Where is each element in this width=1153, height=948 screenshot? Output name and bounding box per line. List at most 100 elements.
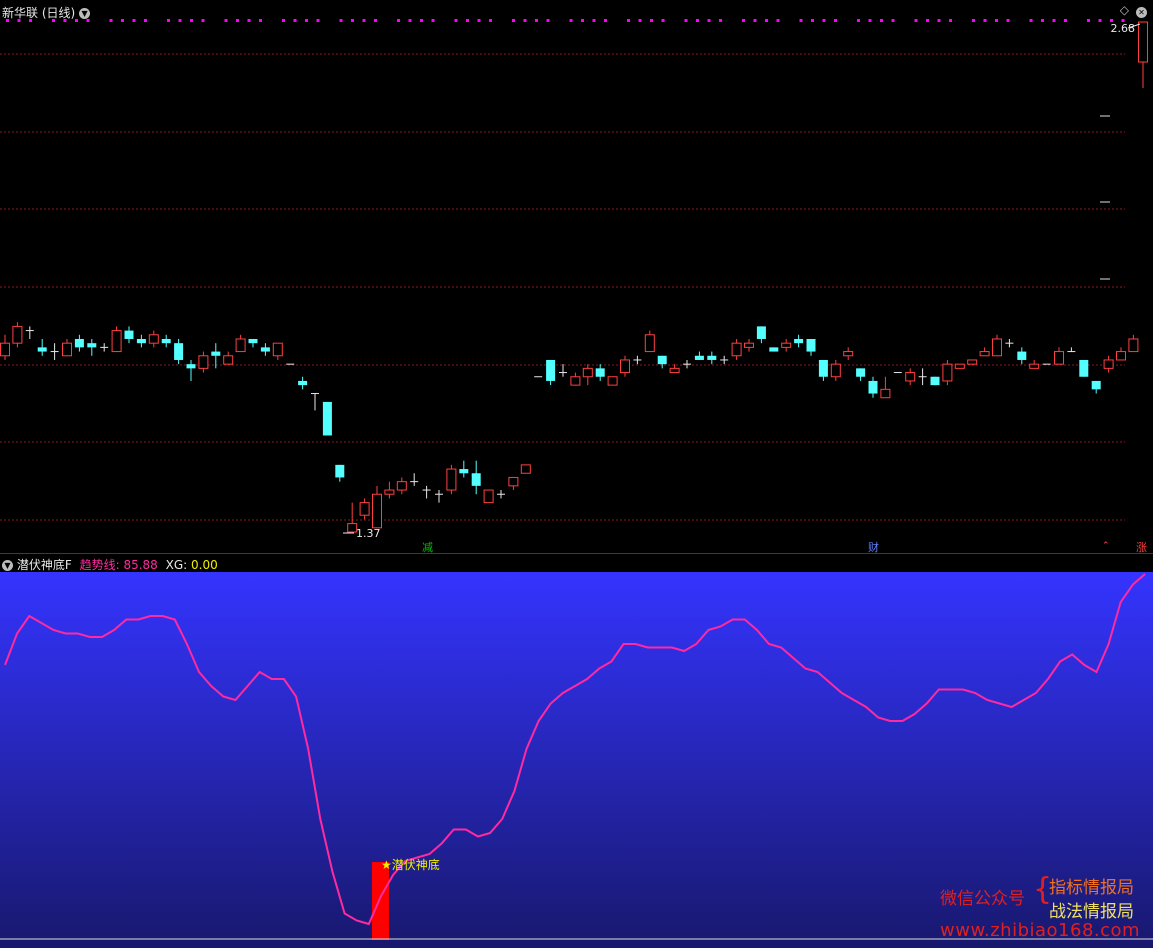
- signal-dot: [1041, 19, 1044, 22]
- candle-body-down: [694, 355, 704, 360]
- watermark-wechat: 微信公众号: [940, 889, 1025, 909]
- candle-body-up: [0, 342, 10, 357]
- candle-body-up: [992, 338, 1002, 357]
- signal-dot: [52, 19, 55, 22]
- signal-dot: [29, 19, 32, 22]
- candle-body-up: [62, 342, 72, 357]
- candle-body-down: [856, 368, 866, 377]
- signal-dot: [512, 19, 515, 22]
- watermark-line1: 指标情报局: [1049, 878, 1134, 898]
- candle-body-down: [769, 347, 779, 352]
- candle-body-up: [483, 489, 494, 504]
- trend-label: 趋势线:: [79, 558, 120, 572]
- signal-dot: [742, 19, 745, 22]
- candle-body-up: [644, 334, 655, 353]
- candle-body-up: [272, 342, 283, 357]
- signal-dot: [167, 19, 170, 22]
- candle-body-up: [979, 351, 990, 357]
- signal-bar: [371, 862, 389, 940]
- signal-dot: [247, 19, 251, 22]
- candle-body-up: [744, 342, 754, 348]
- signal-dot: [224, 19, 228, 22]
- candle-body-up: [235, 338, 246, 353]
- signal-dot: [684, 19, 688, 22]
- trend-value: 85.88: [123, 558, 158, 572]
- signal-dot: [374, 19, 377, 22]
- signal-dot: [86, 19, 90, 22]
- signal-dot: [408, 19, 412, 22]
- signal-dot: [592, 19, 596, 22]
- candle-body-down: [930, 376, 940, 386]
- candle-body-up: [781, 342, 792, 348]
- signal-dot: [293, 19, 297, 22]
- low-price-label: 1.37: [356, 527, 381, 540]
- candle-body-down: [1091, 380, 1101, 390]
- high-price-label: 2.68: [1110, 22, 1136, 35]
- candle-body-down: [1079, 359, 1089, 377]
- candle-body-up: [942, 363, 953, 382]
- candle-body-up: [1103, 359, 1114, 369]
- signal-dot: [765, 19, 768, 22]
- chevron-down-icon[interactable]: ▼: [2, 560, 13, 571]
- signal-dot: [949, 19, 952, 22]
- candle-body-down: [260, 347, 270, 352]
- candle-body-up: [843, 351, 854, 357]
- candle-body-down: [335, 464, 345, 478]
- candle-body-up: [372, 493, 382, 529]
- candle-body-down: [794, 338, 804, 344]
- candle-body-down: [74, 338, 84, 348]
- watermark-url[interactable]: www.zhibiao168.com: [940, 920, 1140, 941]
- candlestick-chart[interactable]: [0, 0, 1153, 553]
- signal-dot: [1064, 19, 1067, 22]
- candle-body-up: [570, 376, 581, 386]
- candle-body-down: [322, 401, 332, 436]
- signal-dot: [17, 19, 21, 22]
- candle-body-up: [446, 468, 457, 491]
- signal-dot: [477, 19, 481, 22]
- signal-dot: [914, 19, 918, 22]
- signal-dot: [581, 19, 584, 22]
- candle-body-up: [954, 363, 965, 369]
- signal-dot: [937, 19, 941, 22]
- candle-body-down: [546, 359, 556, 381]
- signal-dot: [926, 19, 929, 22]
- candle-body-up: [607, 376, 618, 386]
- candle-body-up: [396, 481, 407, 491]
- signal-dot: [719, 19, 722, 22]
- signal-dot: [109, 19, 113, 22]
- signal-dot: [454, 19, 458, 22]
- signal-dot: [259, 19, 262, 22]
- signal-dot: [822, 19, 826, 22]
- signal-dot: [75, 19, 78, 22]
- candle-body-up: [12, 325, 23, 344]
- signal-dot: [466, 19, 469, 22]
- signal-dot: [753, 19, 757, 22]
- candle-body-up: [384, 489, 395, 495]
- xg-value: 0.00: [191, 558, 218, 572]
- candle-body-down: [595, 368, 605, 377]
- arrow-up-icon: ⌃: [1102, 541, 1110, 551]
- candle-body-down: [459, 469, 469, 474]
- signal-dot: [638, 19, 642, 22]
- candle-body-down: [707, 355, 717, 360]
- signal-dot: [569, 19, 573, 22]
- signal-dot: [121, 19, 124, 22]
- candle-body-up: [731, 342, 742, 357]
- signal-dot: [339, 19, 343, 22]
- candle-body-up: [669, 367, 680, 374]
- candle-body-down: [87, 343, 97, 348]
- indicator-panel-header: ▼ 潜伏神底F 趋势线: 85.88 XG: 0.00: [2, 556, 218, 573]
- signal-dot: [316, 19, 320, 22]
- candle-body-up: [1029, 363, 1040, 369]
- signal-dot: [431, 19, 435, 22]
- panel-divider: [0, 553, 1153, 554]
- signal-dot: [1087, 19, 1090, 22]
- candle-body-down: [124, 330, 134, 339]
- candle-body-up: [223, 355, 234, 365]
- candle-body-up: [880, 388, 891, 399]
- signal-dot: [535, 19, 538, 22]
- signal-dot: [868, 19, 872, 22]
- candle-body-up: [520, 464, 531, 474]
- candle-body-down: [37, 347, 47, 352]
- signal-dot: [282, 19, 285, 22]
